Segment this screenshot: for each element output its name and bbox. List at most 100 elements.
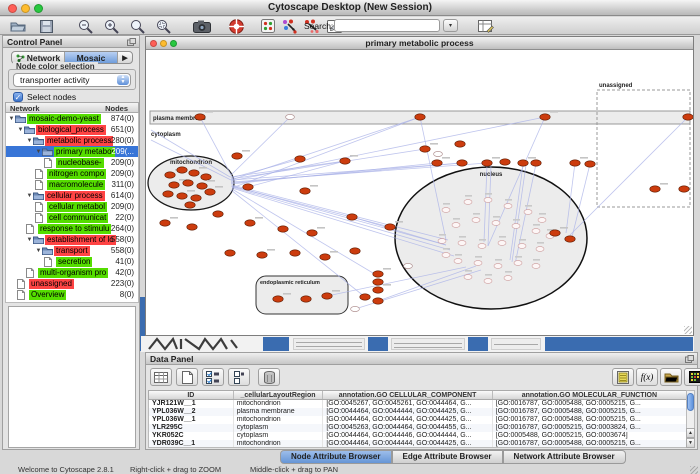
attribute-table-icon[interactable]	[150, 368, 172, 386]
network-node[interactable]	[177, 193, 187, 199]
expander-icon[interactable]: ▼	[35, 248, 42, 254]
network-node[interactable]	[565, 236, 575, 242]
network-node[interactable]	[514, 261, 522, 266]
network-node[interactable]	[585, 161, 595, 167]
column-header-molecular-function[interactable]: annotation.GO MOLECULAR_FUNCTION	[493, 391, 687, 399]
network-node[interactable]	[257, 252, 267, 258]
help-lifesaver-icon[interactable]	[226, 18, 246, 34]
network-node[interactable]	[492, 221, 500, 226]
network-node[interactable]	[197, 183, 207, 189]
unselect-attributes-icon[interactable]	[228, 368, 250, 386]
network-node[interactable]	[183, 180, 193, 186]
network-node[interactable]	[347, 214, 357, 220]
column-header-region[interactable]: _cellularLayoutRegion	[234, 391, 324, 399]
network-node[interactable]	[360, 294, 370, 300]
network-node[interactable]	[498, 241, 506, 246]
network-node[interactable]	[455, 141, 465, 147]
network-node[interactable]	[531, 160, 541, 166]
select-attributes-icon[interactable]	[202, 368, 224, 386]
table-row[interactable]: YPL036W__1mitochondrion[GO:0044464, GO:0…	[149, 416, 687, 424]
tree-row-mosaic-demo-yeast[interactable]: ▼mosaic-demo-yeast874(0)	[6, 113, 138, 124]
tree-row-response-to-stimulu[interactable]: response to stimulu264(0)	[6, 223, 138, 234]
zoom-fit-icon[interactable]	[128, 18, 148, 34]
tab-edge-attribute-browser[interactable]: Edge Attribute Browser	[392, 450, 503, 464]
expander-icon[interactable]: ▼	[26, 138, 33, 144]
scroll-up-button[interactable]: ▲	[686, 428, 695, 438]
node-color-dropdown[interactable]: transporter activity ▲▼	[13, 73, 131, 87]
network-node[interactable]	[415, 114, 425, 120]
network-node[interactable]	[464, 275, 472, 280]
tab-overflow-arrow[interactable]: ▶	[118, 52, 132, 63]
expander-icon[interactable]: ▼	[8, 116, 15, 122]
network-node[interactable]	[532, 264, 540, 269]
tree-row-primary-metabol[interactable]: ▼primary metabol209(...	[6, 146, 138, 157]
network-node[interactable]	[472, 218, 480, 223]
network-node[interactable]	[243, 184, 253, 190]
save-button[interactable]	[36, 18, 56, 34]
network-node[interactable]	[195, 114, 205, 120]
scrollbar-thumb[interactable]	[687, 393, 694, 411]
network-node[interactable]	[201, 174, 211, 180]
table-row[interactable]: YJR121W__1mitochondrion[GO:0045267, GO:0…	[149, 400, 687, 408]
new-attribute-icon[interactable]	[176, 368, 198, 386]
network-node[interactable]	[518, 244, 526, 249]
network-node[interactable]	[213, 211, 223, 217]
network-node[interactable]	[484, 279, 492, 284]
table-row[interactable]: YPL036W__2plasma membrane[GO:0044464, GO…	[149, 408, 687, 416]
import-attributes-folder-icon[interactable]	[660, 368, 682, 386]
network-node[interactable]	[458, 241, 466, 246]
tree-row-nucleobase-[interactable]: nucleobase-209(0)	[6, 157, 138, 168]
network-node[interactable]	[438, 239, 446, 244]
network-node[interactable]	[205, 189, 215, 195]
network-node[interactable]	[163, 191, 173, 197]
network-node[interactable]	[442, 253, 450, 258]
expander-icon[interactable]: ▼	[26, 237, 33, 243]
formula-builder-icon[interactable]: f(x)	[636, 368, 658, 386]
tab-network-attribute-browser[interactable]: Network Attribute Browser	[503, 450, 626, 464]
tree-row-overview[interactable]: Overview8(0)	[6, 289, 138, 300]
tree-row-macromolecule[interactable]: macromolecule311(0)	[6, 179, 138, 190]
region-unassigned[interactable]	[597, 90, 690, 207]
expander-icon[interactable]: ▼	[17, 127, 24, 133]
network-node[interactable]	[484, 198, 492, 203]
network-node[interactable]	[474, 261, 482, 266]
network-node[interactable]	[494, 264, 502, 269]
tree-row-biological-process[interactable]: ▼biological_process651(0)	[6, 124, 138, 135]
network-node[interactable]	[540, 114, 550, 120]
network-node[interactable]	[300, 188, 310, 194]
network-node[interactable]	[232, 153, 242, 159]
edit-table-icon[interactable]	[476, 18, 496, 34]
network-node[interactable]	[373, 298, 383, 304]
network-node[interactable]	[478, 244, 486, 249]
snapshot-camera-icon[interactable]	[192, 18, 212, 34]
open-file-button[interactable]	[8, 18, 28, 34]
network-node[interactable]	[536, 247, 544, 252]
tree-row-multi-organism-pro[interactable]: multi-organism pro42(0)	[6, 267, 138, 278]
zoom-selected-icon[interactable]	[154, 18, 174, 34]
expander-icon[interactable]: ▼	[26, 193, 33, 199]
network-node[interactable]	[504, 204, 512, 209]
network-node[interactable]	[307, 230, 317, 236]
network-node[interactable]	[340, 158, 350, 164]
network-node[interactable]	[420, 146, 430, 152]
table-header[interactable]: ID _cellularLayoutRegion annotation.GO C…	[148, 390, 688, 400]
tree-row-cellular-metabol[interactable]: cellular metabol209(0)	[6, 201, 138, 212]
network-node[interactable]	[290, 250, 300, 256]
network-node[interactable]	[301, 296, 311, 302]
network-node[interactable]	[385, 224, 395, 230]
float-panel-icon[interactable]	[127, 38, 136, 46]
network-node[interactable]	[442, 208, 450, 213]
network-node[interactable]	[320, 254, 330, 260]
table-row[interactable]: YLR295Ccytoplasm[GO:0045263, GO:0044464,…	[149, 424, 687, 432]
network-view-frame[interactable]: primary metabolic process plasma membran…	[145, 36, 694, 336]
network-node[interactable]	[518, 160, 528, 166]
select-nodes-checkbox[interactable]: ✓	[13, 92, 23, 102]
network-node[interactable]	[504, 276, 512, 281]
float-panel-icon[interactable]	[685, 355, 694, 363]
birds-eye-view[interactable]	[8, 306, 136, 448]
network-node[interactable]	[538, 218, 546, 223]
network-frame-titlebar[interactable]: primary metabolic process	[146, 37, 693, 50]
table-row[interactable]: YKR052Ccytoplasm[GO:0044464, GO:0044446,…	[149, 432, 687, 440]
search-input[interactable]	[334, 19, 440, 32]
expander-icon[interactable]: ▼	[35, 149, 42, 155]
